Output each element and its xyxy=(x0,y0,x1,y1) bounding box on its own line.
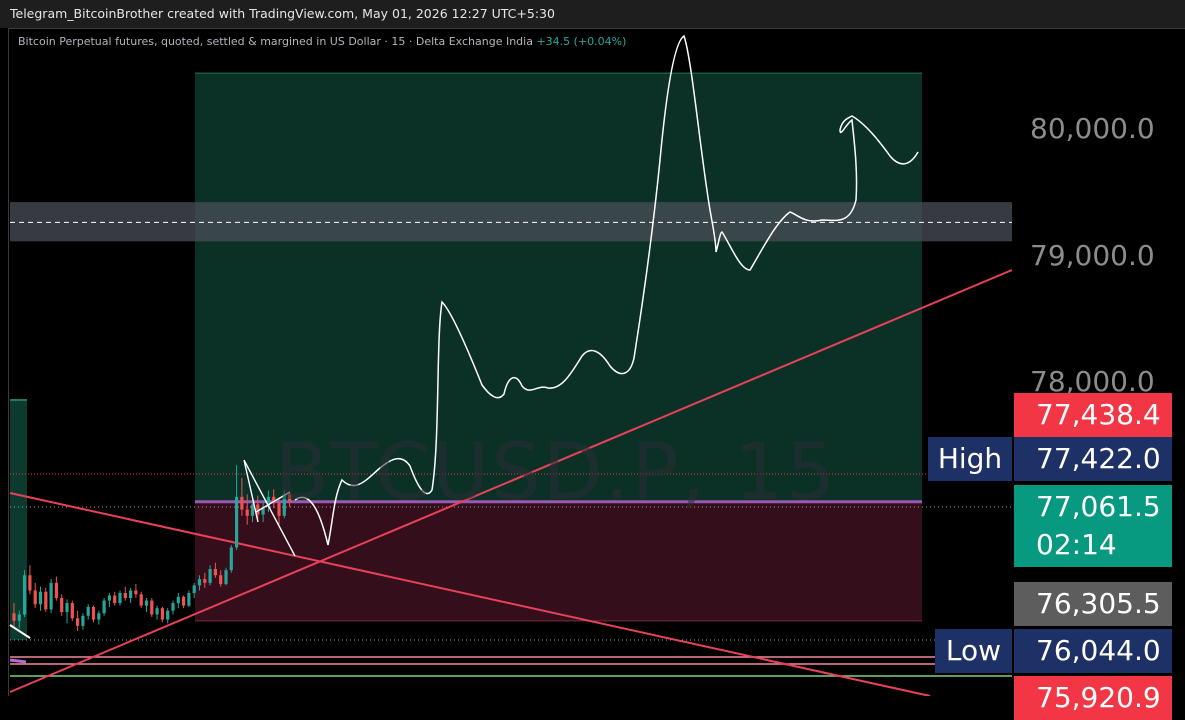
candle-body[interactable] xyxy=(203,579,207,583)
price-value: 76,305.5 xyxy=(1036,587,1161,620)
candle-body[interactable] xyxy=(235,496,239,548)
candle-body[interactable] xyxy=(134,590,138,595)
candle-body[interactable] xyxy=(139,594,143,606)
candle-body[interactable] xyxy=(17,614,21,621)
candle-body[interactable] xyxy=(102,600,106,614)
y-tick-label: 80,000.0 xyxy=(1030,112,1155,145)
candle-body[interactable] xyxy=(192,585,196,593)
candle-body[interactable] xyxy=(65,603,69,612)
stop-loss-zone[interactable] xyxy=(195,501,922,621)
candle-body[interactable] xyxy=(213,568,217,576)
symbol-watermark: BTCUSD.P, 15 xyxy=(275,428,838,518)
candle-body[interactable] xyxy=(118,592,122,604)
candle-body[interactable] xyxy=(144,600,149,606)
candle-body[interactable] xyxy=(150,600,154,615)
candle-body[interactable] xyxy=(107,595,111,601)
price-value: 77,438.4 xyxy=(1036,398,1161,431)
symbol-description: Bitcoin Perpetual futures, quoted, settl… xyxy=(18,35,533,48)
price-value: 77,422.0 xyxy=(1036,442,1161,475)
candle-body[interactable] xyxy=(76,618,80,626)
price-chart[interactable] xyxy=(0,0,1185,696)
candle-body[interactable] xyxy=(197,579,202,586)
candle-body[interactable] xyxy=(86,606,90,616)
candle-body[interactable] xyxy=(49,582,53,610)
candle-body[interactable] xyxy=(60,598,64,612)
price-label-red: 77,438.4 xyxy=(1014,393,1172,437)
candle-body[interactable] xyxy=(171,603,175,611)
candle-body[interactable] xyxy=(166,610,170,620)
candle-body[interactable] xyxy=(38,591,43,605)
y-tick-label: 79,000.0 xyxy=(1030,238,1155,272)
bar-countdown: 02:14 xyxy=(1036,528,1117,561)
candle-body[interactable] xyxy=(113,595,117,604)
price-label-red: 75,920.9 xyxy=(1014,676,1172,720)
candle-body[interactable] xyxy=(208,568,212,583)
candle-body[interactable] xyxy=(12,613,16,621)
candle-body[interactable] xyxy=(155,608,159,615)
price-label-gray: 76,305.5 xyxy=(1014,582,1172,626)
price-value: 76,044.0 xyxy=(1036,634,1161,667)
candle-body[interactable] xyxy=(250,504,255,516)
candle-body[interactable] xyxy=(33,590,37,605)
candle-body[interactable] xyxy=(91,606,96,620)
candle-body[interactable] xyxy=(224,570,228,585)
high-tag: High xyxy=(928,437,1012,481)
resistance-zone[interactable] xyxy=(10,202,1012,242)
candle-body[interactable] xyxy=(160,608,164,620)
candle-body[interactable] xyxy=(129,590,133,599)
candle-body[interactable] xyxy=(44,591,48,610)
candle-body[interactable] xyxy=(28,575,32,591)
price-label-high: 77,422.0 xyxy=(1014,437,1172,481)
left-edge-entry-mark xyxy=(9,658,27,664)
price-label-current: 77,061.5 02:14 xyxy=(1014,485,1172,567)
price-label-low: 76,044.0 xyxy=(1014,629,1172,673)
price-value: 75,920.9 xyxy=(1036,681,1161,714)
low-tag: Low xyxy=(935,629,1012,673)
price-change: +34.5 (+0.04%) xyxy=(536,35,627,48)
candle-body[interactable] xyxy=(187,592,191,606)
candle-body[interactable] xyxy=(123,592,127,599)
candle-body[interactable] xyxy=(176,596,180,604)
candle-body[interactable] xyxy=(245,509,249,516)
candle-body[interactable] xyxy=(23,575,27,615)
candle-body[interactable] xyxy=(70,603,74,619)
candle-body[interactable] xyxy=(219,575,223,585)
symbol-legend: Bitcoin Perpetual futures, quoted, settl… xyxy=(18,35,626,48)
candle-body[interactable] xyxy=(81,615,85,626)
candle-body[interactable] xyxy=(182,596,186,606)
candle-body[interactable] xyxy=(229,547,233,571)
candle-body[interactable] xyxy=(97,613,101,620)
candle-body[interactable] xyxy=(240,496,244,510)
candle-body[interactable] xyxy=(54,582,58,599)
